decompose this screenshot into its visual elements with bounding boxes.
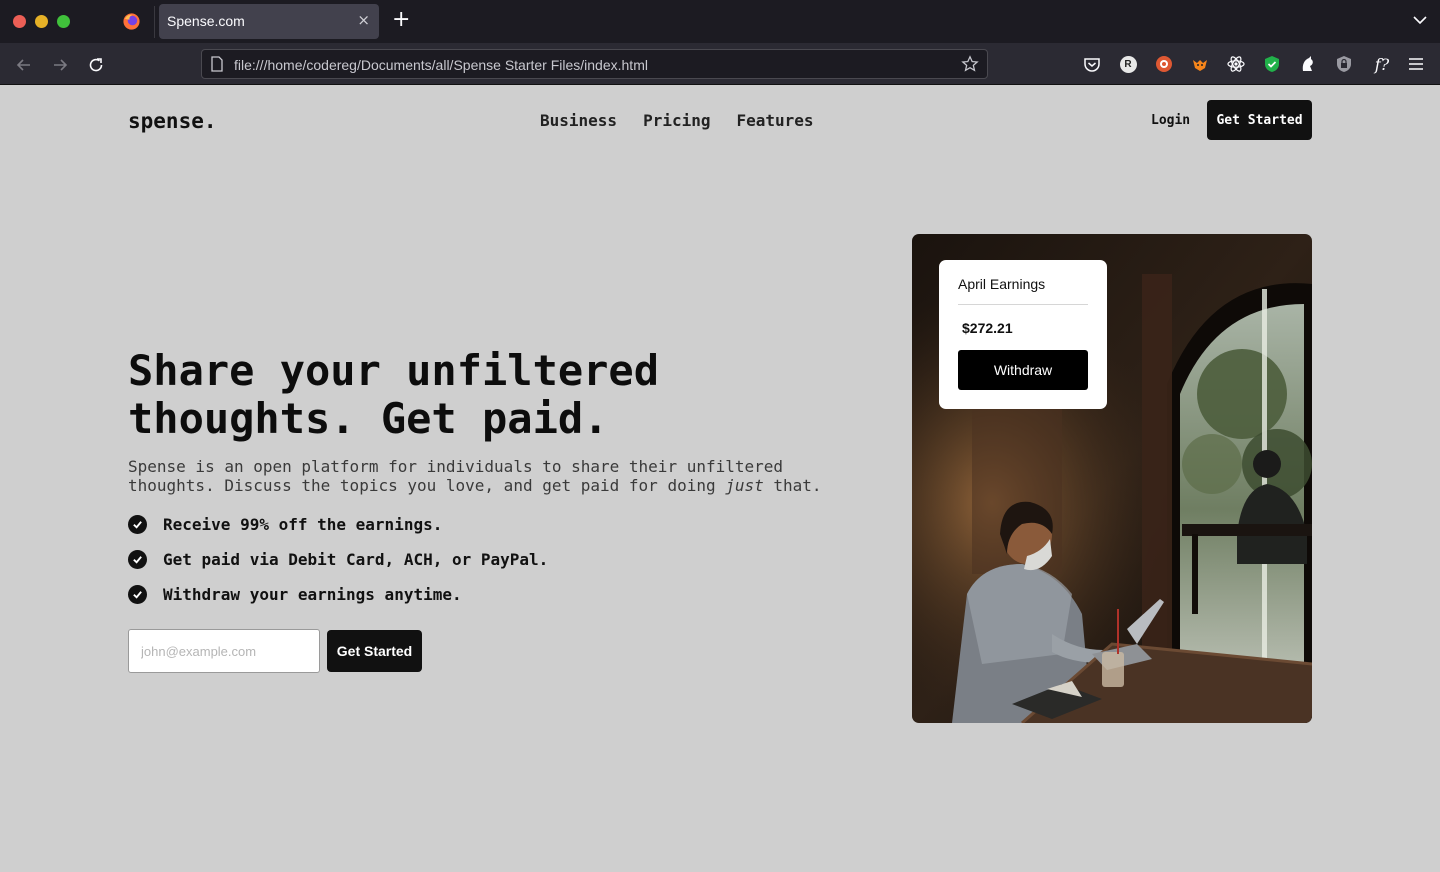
hero-headline: Share your unfiltered thoughts. Get paid… — [128, 347, 848, 443]
tab-spense[interactable]: Spense.com × — [159, 4, 379, 39]
nav-link-features[interactable]: Features — [737, 111, 814, 130]
r-extension-icon[interactable]: R — [1118, 54, 1138, 74]
tab-title: Spense.com — [167, 13, 245, 29]
hamburger-menu-icon[interactable] — [1406, 54, 1426, 74]
description-line-1: Spense is an open platform for individua… — [128, 457, 784, 476]
headline-line-1: Share your unfiltered — [128, 346, 660, 395]
card-divider — [958, 304, 1088, 305]
site-logo[interactable]: spense. — [128, 109, 217, 133]
shield-check-icon[interactable] — [1262, 54, 1282, 74]
feature-item: Withdraw your earnings anytime. — [128, 585, 462, 604]
check-circle-icon — [128, 515, 147, 534]
minimize-window-button[interactable] — [35, 15, 48, 28]
tab-separator — [154, 6, 155, 38]
bookmark-star-icon[interactable] — [961, 55, 979, 73]
feature-text: Receive 99% off the earnings. — [163, 515, 443, 534]
forward-arrow-icon[interactable] — [50, 55, 70, 75]
url-text[interactable]: file:///home/codereg/Documents/all/Spens… — [234, 57, 648, 73]
headline-line-2: thoughts. Get paid. — [128, 394, 609, 443]
hero-description: Spense is an open platform for individua… — [128, 457, 848, 495]
maximize-window-button[interactable] — [57, 15, 70, 28]
react-devtools-icon[interactable] — [1226, 54, 1246, 74]
feature-item: Receive 99% off the earnings. — [128, 515, 442, 534]
list-tabs-chevron-icon[interactable] — [1412, 12, 1428, 28]
pocket-icon[interactable] — [1082, 54, 1102, 74]
withdraw-button[interactable]: Withdraw — [958, 350, 1088, 390]
address-bar[interactable]: file:///home/codereg/Documents/all/Spens… — [201, 49, 988, 79]
nav-link-pricing[interactable]: Pricing — [643, 111, 710, 130]
font-finder-icon[interactable]: f? — [1370, 54, 1394, 74]
lock-icon[interactable] — [1334, 54, 1354, 74]
email-input[interactable] — [128, 629, 320, 673]
description-emphasis: just — [725, 476, 764, 495]
close-window-button[interactable] — [13, 15, 26, 28]
main-nav: Business Pricing Features — [540, 111, 814, 130]
new-tab-button[interactable]: + — [392, 8, 410, 32]
feature-text: Get paid via Debit Card, ACH, or PayPal. — [163, 550, 549, 569]
page-content: spense. Business Pricing Features Login … — [0, 85, 1440, 872]
ghost-icon[interactable] — [1298, 54, 1318, 74]
feature-item: Get paid via Debit Card, ACH, or PayPal. — [128, 550, 548, 569]
back-arrow-icon[interactable] — [14, 55, 34, 75]
page-icon — [211, 56, 223, 72]
browser-tab-bar: Spense.com × + — [0, 0, 1440, 43]
earnings-card: April Earnings $272.21 Withdraw — [939, 260, 1107, 409]
description-line-2: thoughts. Discuss the topics you love, a… — [128, 476, 726, 495]
hero-get-started-button[interactable]: Get Started — [327, 630, 422, 672]
earnings-card-title: April Earnings — [958, 276, 1046, 292]
feature-text: Withdraw your earnings anytime. — [163, 585, 462, 604]
earnings-amount: $272.21 — [962, 320, 1013, 336]
reload-icon[interactable] — [86, 55, 106, 75]
browser-nav-bar: file:///home/codereg/Documents/all/Spens… — [0, 43, 1440, 85]
nav-get-started-button[interactable]: Get Started — [1207, 100, 1312, 140]
tab-close-icon[interactable]: × — [357, 12, 370, 28]
fox-extension-icon[interactable] — [1190, 54, 1210, 74]
check-circle-icon — [128, 550, 147, 569]
duckduckgo-icon[interactable] — [1154, 54, 1174, 74]
firefox-icon[interactable] — [122, 12, 141, 31]
nav-link-business[interactable]: Business — [540, 111, 617, 130]
login-link[interactable]: Login — [1151, 113, 1190, 128]
description-line-2-end: that. — [763, 476, 822, 495]
check-circle-icon — [128, 585, 147, 604]
